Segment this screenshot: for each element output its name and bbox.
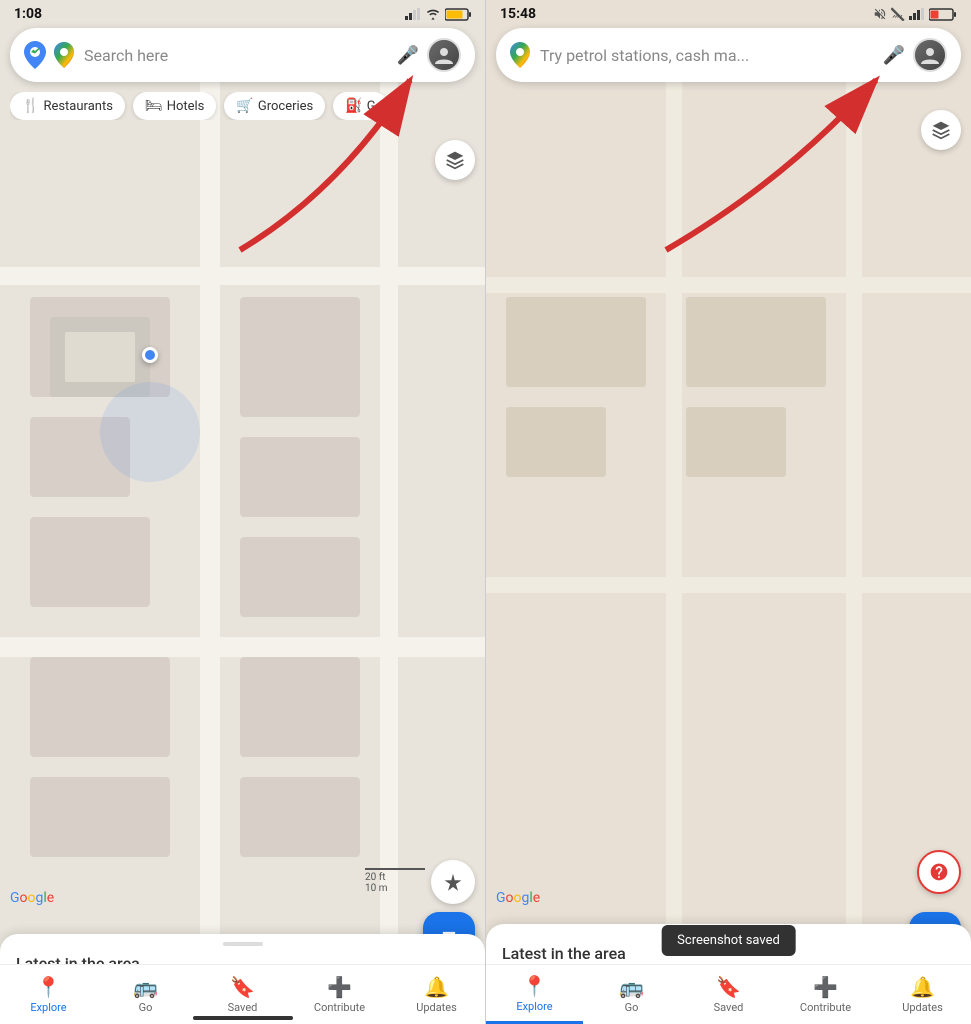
- avatar-right[interactable]: [913, 38, 947, 72]
- status-bar-left: 1:08: [0, 0, 485, 26]
- time-right: 15:48: [500, 6, 536, 22]
- mic-icon-right[interactable]: 🎤: [883, 45, 905, 66]
- battery-icon-right: [929, 8, 957, 21]
- mute-icon: [873, 7, 887, 21]
- nav-updates-left[interactable]: 🔔 Updates: [388, 965, 485, 1024]
- signal-icon-right: [909, 8, 925, 20]
- maps-logo-right: [510, 42, 530, 68]
- google-brand-right: Google: [496, 890, 540, 906]
- map-right[interactable]: [486, 0, 971, 1024]
- go-icon-left: 🚌: [133, 975, 158, 999]
- direction-icon-left: [443, 872, 463, 892]
- saved-icon-right: 🔖: [716, 975, 741, 999]
- wifi-icon: [425, 8, 441, 20]
- nav-go-left[interactable]: 🚌 Go: [97, 965, 194, 1024]
- nav-go-label-right: Go: [625, 1001, 639, 1014]
- right-phone-panel: 15:48: [486, 0, 971, 1024]
- nav-updates-label-right: Updates: [902, 1001, 943, 1014]
- avatar-left[interactable]: [427, 38, 461, 72]
- explore-icon-right: 📍: [522, 974, 547, 998]
- updates-icon-left: 🔔: [424, 975, 449, 999]
- pill-label-hotels: Hotels: [167, 99, 205, 114]
- nav-explore-label-right: Explore: [516, 1000, 552, 1013]
- nav-go-label-left: Go: [139, 1001, 153, 1014]
- nav-updates-right[interactable]: 🔔 Updates: [874, 965, 971, 1024]
- search-input-right[interactable]: Try petrol stations, cash ma...: [540, 46, 875, 65]
- search-input-left[interactable]: Search here: [84, 46, 389, 65]
- scale-10m: 10 m: [365, 883, 388, 894]
- pill-groceries[interactable]: 🛒 Groceries: [224, 92, 325, 120]
- nav-explore-left[interactable]: 📍 Explore: [0, 965, 97, 1024]
- question-icon: [929, 862, 949, 882]
- bottom-nav-left: 📍 Explore 🚌 Go 🔖 Saved ➕ Contribute 🔔 Up…: [0, 964, 485, 1024]
- toast-right: Screenshot saved: [661, 925, 796, 956]
- avatar-person-icon-right: [919, 44, 941, 66]
- maps-logo-left: [54, 42, 74, 68]
- category-pills-left: 🍴 Restaurants 🛏 Hotels 🛒 Groceries ⛽ G: [10, 92, 475, 120]
- avatar-person-icon-left: [433, 44, 455, 66]
- google-brand-left: Google: [10, 890, 54, 906]
- contribute-icon-left: ➕: [327, 975, 352, 999]
- scale-bar-left: 20 ft 10 m: [365, 868, 425, 894]
- nav-contribute-label-left: Contribute: [314, 1001, 365, 1014]
- search-bar-container-left: Search here 🎤: [10, 28, 475, 82]
- maps-pin-icon-left: [24, 41, 46, 69]
- search-bar-right[interactable]: Try petrol stations, cash ma... 🎤: [496, 28, 961, 82]
- help-button-right[interactable]: [917, 850, 961, 894]
- restaurant-icon: 🍴: [22, 98, 39, 114]
- battery-icon: [445, 8, 471, 21]
- time-left: 1:08: [14, 6, 42, 22]
- left-phone-panel: 1:08: [0, 0, 486, 1024]
- sheet-handle-left[interactable]: [223, 942, 263, 946]
- nav-saved-label-right: Saved: [714, 1001, 744, 1014]
- layers-button-right[interactable]: [921, 110, 961, 150]
- layers-button-left[interactable]: [435, 140, 475, 180]
- nav-explore-label-left: Explore: [30, 1001, 66, 1014]
- pill-gas[interactable]: ⛽ G: [333, 92, 387, 120]
- groceries-icon: 🛒: [236, 98, 253, 114]
- nav-go-right[interactable]: 🚌 Go: [583, 965, 680, 1024]
- layers-icon-right: [931, 120, 951, 140]
- nav-explore-right[interactable]: 📍 Explore: [486, 965, 583, 1024]
- explore-icon-left: 📍: [36, 975, 61, 999]
- layers-icon-left: [445, 150, 465, 170]
- scale-20ft: 20 ft: [365, 872, 385, 883]
- status-icons-left: [405, 8, 471, 21]
- pill-label-groceries: Groceries: [258, 99, 313, 114]
- no-signal-icon: [891, 7, 905, 21]
- nav-contribute-right[interactable]: ➕ Contribute: [777, 965, 874, 1024]
- nav-saved-label-left: Saved: [228, 1001, 258, 1014]
- bottom-nav-right: 📍 Explore 🚌 Go 🔖 Saved ➕ Contribute 🔔 Up…: [486, 964, 971, 1024]
- location-dot: [142, 347, 158, 363]
- pill-restaurants[interactable]: 🍴 Restaurants: [10, 92, 125, 120]
- pill-label-gas: G: [367, 99, 376, 114]
- saved-icon-left: 🔖: [230, 975, 255, 999]
- status-bar-right: 15:48: [486, 0, 971, 26]
- hotel-icon: 🛏: [145, 98, 163, 114]
- pill-hotels[interactable]: 🛏 Hotels: [133, 92, 217, 120]
- gas-icon: ⛽: [345, 98, 362, 114]
- nav-contribute-left[interactable]: ➕ Contribute: [291, 965, 388, 1024]
- status-icons-right: [873, 7, 957, 21]
- home-indicator-left: [193, 1016, 293, 1020]
- nav-contribute-label-right: Contribute: [800, 1001, 851, 1014]
- go-icon-right: 🚌: [619, 975, 644, 999]
- nav-updates-label-left: Updates: [416, 1001, 457, 1014]
- search-bar-container-right: Try petrol stations, cash ma... 🎤: [496, 28, 961, 82]
- search-bar-left[interactable]: Search here 🎤: [10, 28, 475, 82]
- mic-icon-left[interactable]: 🎤: [397, 45, 419, 66]
- pill-label-restaurants: Restaurants: [43, 99, 112, 114]
- updates-icon-right: 🔔: [910, 975, 935, 999]
- nav-direction-button-left[interactable]: [431, 860, 475, 904]
- signal-icon: [405, 8, 421, 20]
- nav-saved-right[interactable]: 🔖 Saved: [680, 965, 777, 1024]
- contribute-icon-right: ➕: [813, 975, 838, 999]
